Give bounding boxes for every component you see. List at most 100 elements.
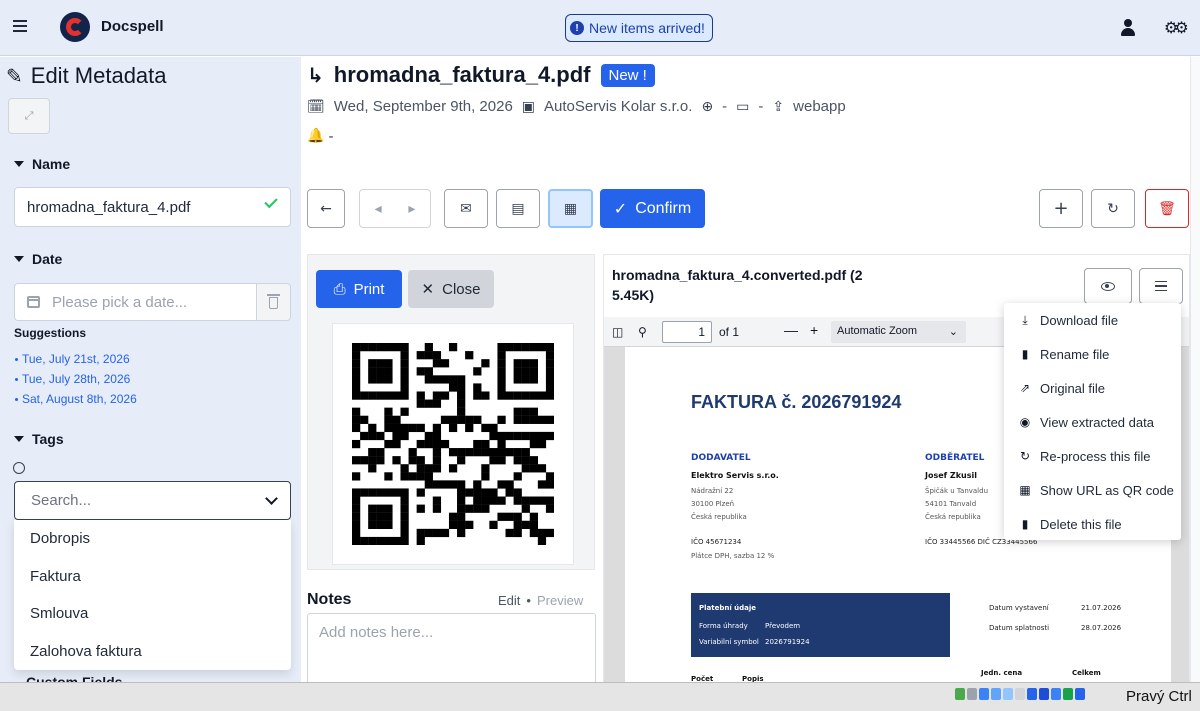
tag-option[interactable]: Smlouva [14, 595, 291, 633]
file-menu-button[interactable] [1139, 268, 1183, 304]
date-section-header[interactable]: Date [14, 251, 62, 267]
external-link-icon: ⇗ [1019, 381, 1031, 395]
name-input[interactable]: hromadna_faktura_4.pdf [14, 187, 291, 227]
date-suggestion[interactable]: Tue, July 28th, 2026 [15, 369, 137, 389]
cogs-icon[interactable]: ⚙⚙ [1164, 18, 1189, 37]
tray-icon[interactable] [967, 688, 977, 700]
delete-button[interactable]: 🗑 [1145, 189, 1189, 228]
download-icon: ⤓ [1022, 312, 1028, 327]
clear-date-button[interactable] [256, 283, 291, 321]
send-mail-button[interactable]: ✉ [444, 189, 488, 228]
page-number-input[interactable]: 1 [662, 321, 712, 343]
date-input[interactable]: Please pick a date... [14, 283, 256, 321]
menu-view-extracted-data[interactable]: ◉ View extracted data [1004, 405, 1181, 439]
supplier-vat: Plátce DPH, sazba 12 % [691, 552, 775, 560]
date-suggestion-text[interactable]: Tue, July 28th, 2026 [22, 372, 130, 386]
search-icon[interactable]: ⚲ [638, 325, 647, 339]
tag-option[interactable]: Faktura [14, 558, 291, 596]
trash-icon [267, 294, 280, 309]
notes-edit-tab[interactable]: Edit [498, 593, 520, 608]
column-total: Celkem [1072, 669, 1101, 677]
prev-next-buttons[interactable]: ◂ ▸ [359, 189, 431, 228]
due-date-label: Datum splatnosti [989, 624, 1050, 632]
toggle-icon: ◉ [1019, 415, 1031, 429]
tray-icon[interactable] [1015, 688, 1025, 700]
tags-radio[interactable] [13, 462, 25, 474]
pdf-filename: hromadna_faktura_4.converted.pdf (2 5.45… [612, 267, 863, 303]
buyer-address-line: Česká republika [925, 513, 981, 521]
close-button[interactable]: ✕ Close [408, 270, 494, 308]
user-icon[interactable] [1121, 18, 1135, 38]
expand-button[interactable]: ⤢ [8, 98, 50, 134]
tray-icon[interactable] [991, 688, 1001, 700]
new-items-label: New items arrived! [589, 20, 705, 36]
tags-section-header[interactable]: Tags [14, 431, 64, 447]
name-section-header[interactable]: Name [14, 156, 70, 172]
system-tray [955, 688, 1085, 700]
tray-icon[interactable] [1063, 688, 1073, 700]
new-items-notification[interactable]: ! New items arrived! [565, 14, 713, 42]
print-icon: ⎙ [333, 280, 346, 298]
tag-options-menu: Dobropis Faktura Smlouva Zalohova faktur… [14, 520, 291, 670]
date-suggestion[interactable]: Tue, July 21st, 2026 [15, 349, 137, 369]
toggle-view-button[interactable] [1084, 268, 1132, 304]
trash-icon: ▮ [1021, 517, 1029, 531]
pencil-icon: ✎ [6, 64, 23, 88]
docspell-logo[interactable] [60, 12, 90, 42]
menu-rename-file[interactable]: ▮ Rename file [1004, 337, 1181, 371]
zoom-in-button[interactable]: + [810, 322, 818, 338]
confirm-button[interactable]: ✓ Confirm [600, 189, 705, 228]
tag-search-dropdown[interactable]: Search... [14, 481, 291, 520]
menu-original-file[interactable]: ⇗ Original file [1004, 371, 1181, 405]
due-date-value: 28.07.2026 [1081, 624, 1122, 632]
tag-option[interactable]: Dobropis [14, 520, 291, 558]
suggestions-label: Suggestions [14, 326, 87, 340]
custom-fields-header[interactable]: Custom Fields [26, 674, 122, 682]
menu-download-file[interactable]: ⤓ Download file [1004, 303, 1181, 337]
notes-textarea[interactable]: Add notes here... [307, 613, 596, 688]
bell-icon: 🔔 [307, 128, 325, 144]
menu-item-label: Download file [1040, 312, 1119, 328]
bars-icon [1155, 281, 1167, 291]
app-title[interactable]: Docspell [101, 18, 164, 35]
upload-icon: ⇪ [772, 98, 785, 115]
menu-delete-file[interactable]: ▮ Delete this file [1004, 507, 1181, 541]
tag-option[interactable]: Zalohova faktura [14, 633, 291, 671]
window-edge [1190, 57, 1200, 682]
tray-icon[interactable] [1003, 688, 1013, 700]
issued-date-value: 21.07.2026 [1081, 604, 1122, 612]
date-suggestion-text[interactable]: Tue, July 21st, 2026 [22, 352, 130, 366]
zoom-select[interactable]: Automatic Zoom ⌄ [831, 321, 966, 343]
menu-reprocess-file[interactable]: ↻ Re-process this file [1004, 439, 1181, 473]
hamburger-menu-icon[interactable] [13, 20, 27, 32]
back-button[interactable]: ← [307, 189, 345, 228]
supplier-ico: IČO 45671234 [691, 538, 742, 546]
tray-icon[interactable] [979, 688, 989, 700]
tray-icon[interactable] [1027, 688, 1037, 700]
host-taskbar: Pravý Ctrl [0, 682, 1200, 711]
add-button[interactable]: + [1039, 189, 1083, 228]
print-button[interactable]: ⎙ Print [316, 270, 402, 308]
reprocess-button[interactable]: ↻ [1091, 189, 1135, 228]
date-suggestion-text[interactable]: Sat, August 8th, 2026 [22, 392, 137, 406]
payment-details-box: Platební údaje Forma úhrady Převodem Var… [691, 593, 950, 657]
invoice-title: FAKTURA č. 2026791924 [691, 392, 902, 412]
tray-icon[interactable] [1039, 688, 1049, 700]
zoom-out-button[interactable]: — [784, 322, 798, 338]
add-file-button[interactable]: ▤ [496, 189, 540, 228]
document-date: Wed, September 9th, 2026 [333, 98, 513, 115]
notes-preview-tab[interactable]: Preview [537, 593, 583, 608]
buyer-address-line: 54101 Tanvald [925, 500, 977, 508]
source-value: webapp [793, 98, 846, 115]
sidebar-toggle-icon[interactable]: ◫ [612, 325, 623, 339]
qr-code-button[interactable]: ▦ [548, 189, 593, 228]
tray-icon[interactable] [955, 688, 965, 700]
correspondent[interactable]: AutoServis Kolar s.r.o. [544, 98, 692, 115]
supplier-address-line: Česká republika [691, 513, 747, 521]
menu-item-label: Re-process this file [1040, 448, 1151, 464]
tray-icon[interactable] [1075, 688, 1085, 700]
date-suggestions: Tue, July 21st, 2026 Tue, July 28th, 202… [15, 349, 137, 409]
menu-show-qr-code[interactable]: ▦ Show URL as QR code [1004, 473, 1181, 507]
date-suggestion[interactable]: Sat, August 8th, 2026 [15, 389, 137, 409]
tray-icon[interactable] [1051, 688, 1061, 700]
